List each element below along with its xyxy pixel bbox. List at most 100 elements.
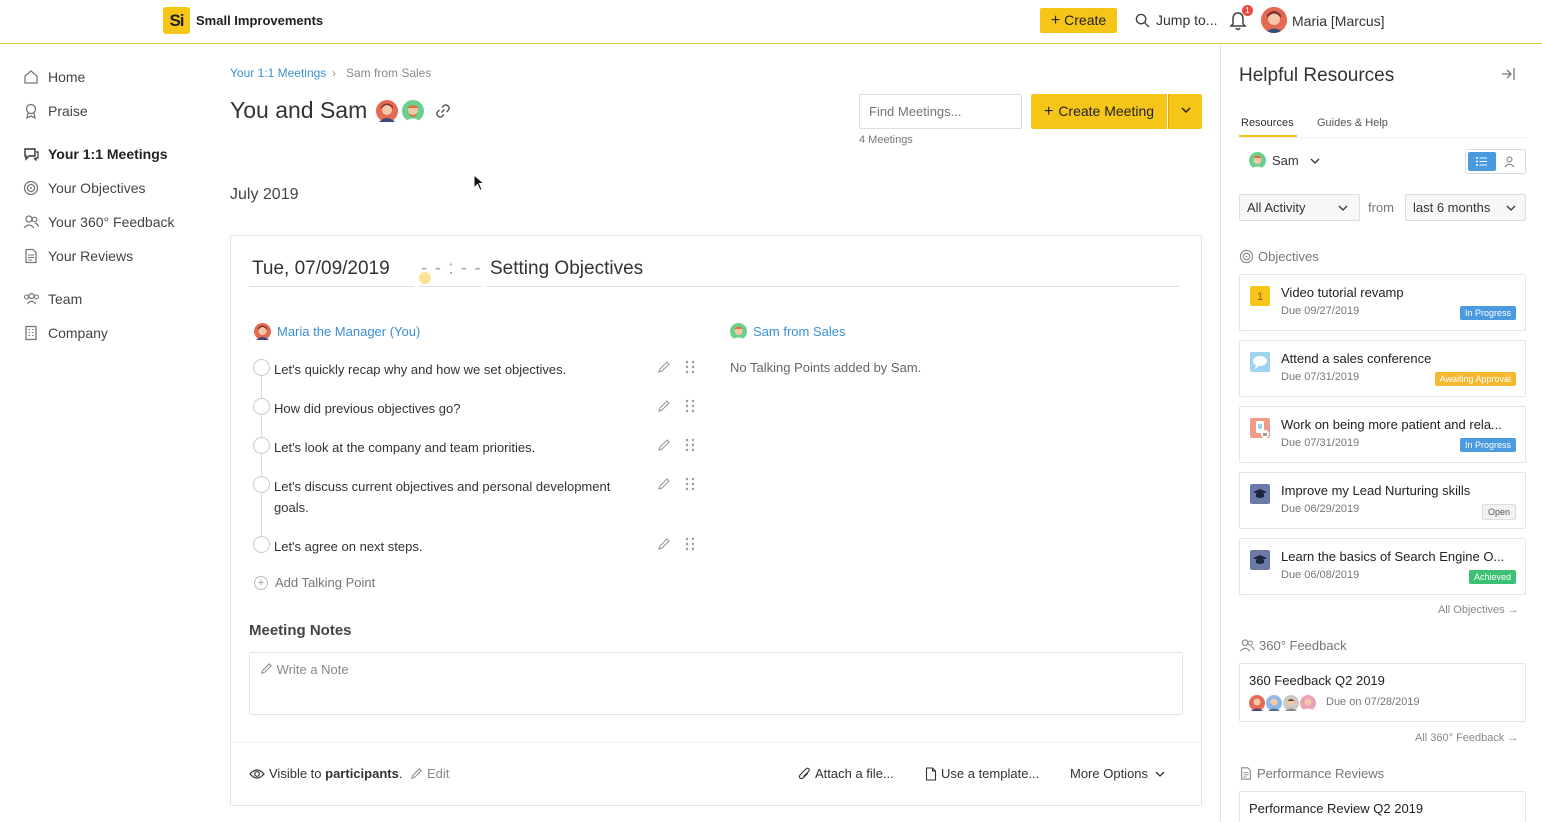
all-objectives-link[interactable]: All Objectives → <box>1438 604 1519 616</box>
panel-title: Helpful Resources <box>1239 65 1395 86</box>
user-name[interactable]: Maria [Marcus] <box>1292 13 1385 29</box>
active-tab-indicator <box>1239 135 1297 137</box>
attach-label: Attach a file... <box>815 766 894 781</box>
avatar <box>374 98 400 124</box>
objective-card[interactable]: Work on being more patient and rela... D… <box>1239 406 1526 463</box>
avatar <box>254 323 271 340</box>
view-toggle[interactable] <box>1465 149 1526 174</box>
talking-point[interactable]: Let's agree on next steps. <box>274 536 644 557</box>
from-label: from <box>1368 200 1394 215</box>
avatar <box>1249 152 1266 169</box>
create-meeting-button[interactable]: + Create Meeting <box>1031 94 1167 129</box>
sidebar-item-reviews[interactable]: Your Reviews <box>22 245 133 267</box>
card-footer-divider <box>231 742 1201 743</box>
breadcrumb-parent[interactable]: Your 1:1 Meetings <box>230 66 326 80</box>
add-talking-point-button[interactable]: + Add Talking Point <box>254 575 375 590</box>
chevron-down-icon <box>1338 205 1348 211</box>
pencil-icon <box>411 768 422 779</box>
activity-filter-select[interactable]: All Activity <box>1239 194 1360 221</box>
person-selector[interactable]: Sam <box>1249 152 1321 169</box>
drag-handle-icon[interactable] <box>684 477 696 491</box>
svg-text:1: 1 <box>1257 291 1263 303</box>
objective-card[interactable]: 1 Video tutorial revamp Due 09/27/2019 I… <box>1239 274 1526 331</box>
meeting-date[interactable]: Tue, 07/09/2019 <box>252 258 390 280</box>
talking-point[interactable]: Let's discuss current objectives and per… <box>274 476 644 518</box>
talking-point-checkbox[interactable] <box>253 476 270 493</box>
find-meetings-input[interactable] <box>859 94 1022 129</box>
avatar <box>730 323 747 340</box>
report-participant[interactable]: Sam from Sales <box>730 323 845 340</box>
talking-point-checkbox[interactable] <box>253 359 270 376</box>
status-badge: In Progress <box>1459 306 1516 320</box>
brand-name: Small Improvements <box>196 13 324 28</box>
talking-point[interactable]: Let's look at the company and team prior… <box>274 437 644 458</box>
range-filter-select[interactable]: last 6 months <box>1405 194 1526 221</box>
talking-point[interactable]: Let's quickly recap why and how we set o… <box>274 359 644 380</box>
talking-point-checkbox[interactable] <box>253 536 270 553</box>
chat-icon <box>22 145 40 163</box>
breadcrumb-current: Sam from Sales <box>346 66 432 80</box>
notes-placeholder-label: Write a Note <box>276 662 349 677</box>
objective-due: Due 06/29/2019 <box>1281 503 1360 515</box>
objective-card[interactable]: Improve my Lead Nurturing skills Due 06/… <box>1239 472 1526 529</box>
pencil-icon[interactable] <box>657 399 671 413</box>
talking-points-line <box>261 368 262 553</box>
sidebar-item-team[interactable]: Team <box>22 288 82 310</box>
drag-handle-icon[interactable] <box>684 537 696 551</box>
create-button[interactable]: + Create <box>1040 8 1117 33</box>
sidebar-item-label: Praise <box>48 103 88 119</box>
pencil-icon <box>261 663 272 674</box>
more-options-button[interactable]: More Options <box>1070 766 1170 781</box>
avatar <box>1299 694 1317 712</box>
talking-point-checkbox[interactable] <box>253 398 270 415</box>
create-button-label: Create <box>1064 12 1107 28</box>
edit-visibility-button[interactable]: Edit <box>410 766 449 781</box>
objective-card[interactable]: Learn the basics of Search Engine O... D… <box>1239 538 1526 595</box>
app-logo[interactable]: Si <box>163 7 190 34</box>
paperclip-icon <box>798 767 810 779</box>
tab-guides-help[interactable]: Guides & Help <box>1317 117 1388 129</box>
sidebar-item-praise[interactable]: Praise <box>22 100 88 122</box>
chevron-down-icon <box>1180 107 1191 114</box>
time-underline <box>419 286 481 287</box>
use-template-button[interactable]: Use a template... <box>925 766 1039 781</box>
link-icon[interactable] <box>435 103 451 119</box>
template-label: Use a template... <box>941 766 1040 781</box>
collapse-panel-icon[interactable] <box>1500 67 1516 81</box>
meeting-topic[interactable]: Setting Objectives <box>490 258 643 280</box>
sidebar-item-label: Your 1:1 Meetings <box>48 146 168 162</box>
drag-handle-icon[interactable] <box>684 399 696 413</box>
user-avatar[interactable] <box>1261 7 1287 33</box>
sidebar-item-company[interactable]: Company <box>22 322 108 344</box>
pencil-icon[interactable] <box>657 438 671 452</box>
talking-point[interactable]: How did previous objectives go? <box>274 398 644 419</box>
talking-point-checkbox[interactable] <box>253 437 270 454</box>
attach-file-button[interactable]: Attach a file... <box>798 766 894 781</box>
time-indicator <box>419 272 431 284</box>
avatar <box>1248 694 1266 712</box>
sidebar-item-meetings[interactable]: Your 1:1 Meetings <box>22 143 168 165</box>
jump-to-label: Jump to... <box>1156 12 1218 28</box>
person-icon[interactable] <box>1504 156 1515 168</box>
list-view-toggle[interactable] <box>1468 152 1496 171</box>
manager-participant[interactable]: Maria the Manager (You) <box>254 323 420 340</box>
create-meeting-dropdown[interactable] <box>1168 94 1202 129</box>
month-heading: July 2019 <box>230 186 299 203</box>
meeting-notes-field[interactable] <box>249 652 1183 715</box>
visibility-prefix: Visible to <box>269 766 322 781</box>
tab-resources[interactable]: Resources <box>1241 117 1294 129</box>
more-options-label: More Options <box>1070 766 1149 781</box>
pencil-icon[interactable] <box>657 360 671 374</box>
sidebar-item-feedback[interactable]: Your 360° Feedback <box>22 211 175 233</box>
sidebar-item-home[interactable]: Home <box>22 66 85 88</box>
jump-to-search[interactable]: Jump to... <box>1135 12 1217 28</box>
sidebar-item-objectives[interactable]: Your Objectives <box>22 177 146 199</box>
objective-due: Due 06/08/2019 <box>1281 569 1360 581</box>
drag-handle-icon[interactable] <box>684 360 696 374</box>
drag-handle-icon[interactable] <box>684 438 696 452</box>
all-feedback-link[interactable]: All 360° Feedback → <box>1415 732 1518 744</box>
objective-card[interactable]: Attend a sales conference Due 07/31/2019… <box>1239 340 1526 397</box>
pencil-icon[interactable] <box>657 477 671 491</box>
feedback-card[interactable] <box>1239 663 1526 722</box>
pencil-icon[interactable] <box>657 537 671 551</box>
